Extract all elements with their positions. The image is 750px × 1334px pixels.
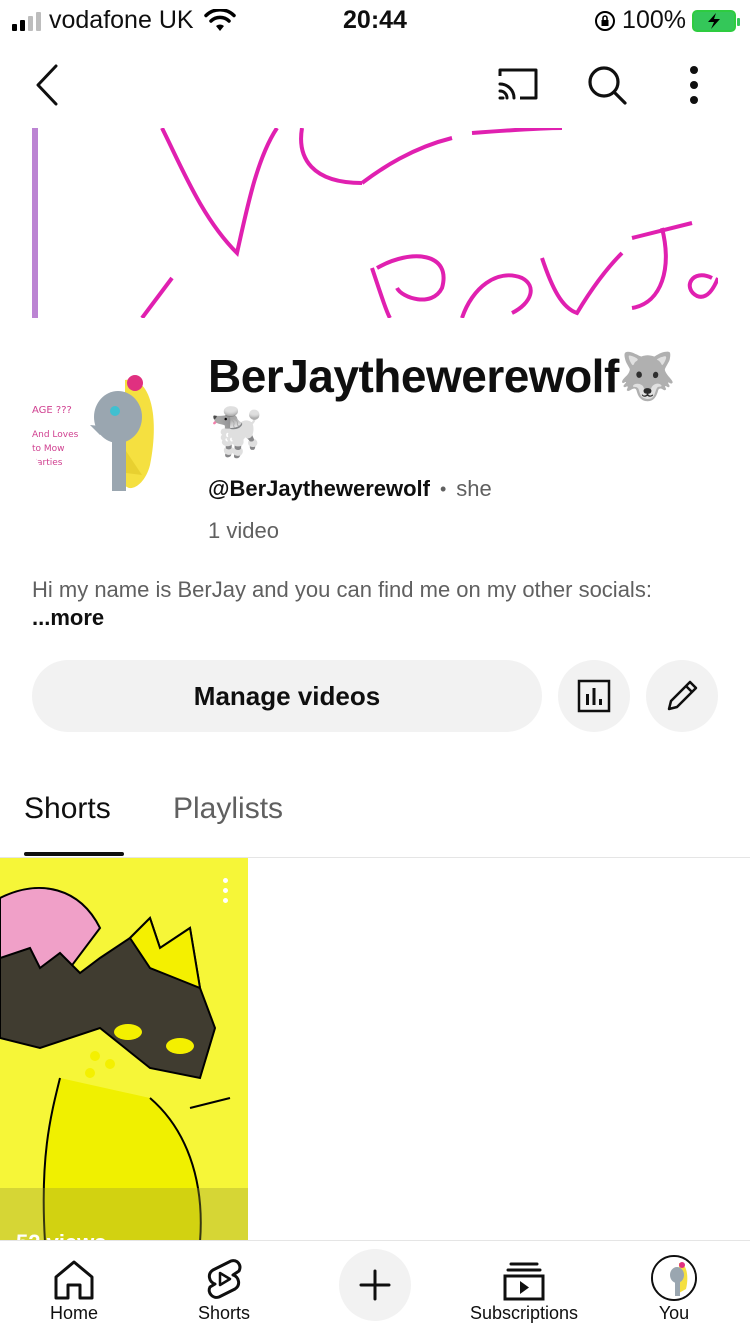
svg-text:to Mow: to Mow — [32, 444, 65, 454]
plus-icon — [359, 1269, 391, 1301]
more-options-button[interactable] — [676, 62, 712, 108]
pronouns: she — [456, 476, 492, 501]
short-thumbnail[interactable]: 52 views — [0, 858, 248, 1242]
cast-button[interactable] — [494, 64, 542, 104]
search-icon — [588, 66, 627, 105]
home-icon — [54, 1260, 94, 1300]
nav-home[interactable]: Home — [34, 1241, 114, 1334]
nav-subscriptions[interactable]: Subscriptions — [460, 1241, 588, 1334]
shorts-icon — [207, 1259, 242, 1299]
search-button[interactable] — [584, 62, 630, 108]
tab-playlists[interactable]: Playlists — [173, 792, 283, 826]
short-artwork — [0, 858, 248, 1242]
orientation-lock-icon — [595, 10, 616, 31]
back-button[interactable] — [26, 60, 70, 110]
channel-banner — [32, 128, 718, 318]
channel-name: BerJaythewerewolf🐺🐩 — [208, 350, 676, 458]
svg-text:AGE ???: AGE ??? — [32, 405, 72, 416]
status-bar: vodafone UK 20:44 100% — [0, 0, 750, 40]
nav-shorts-label: Shorts — [197, 1303, 251, 1323]
manage-videos-button[interactable]: Manage videos — [32, 660, 542, 732]
more-vertical-icon — [690, 66, 698, 104]
subscriptions-icon — [503, 1262, 545, 1301]
status-right: 100% — [594, 6, 740, 35]
nav-you-label: You — [658, 1303, 690, 1323]
active-tab-indicator — [24, 852, 124, 856]
nav-subscriptions-label: Subscriptions — [469, 1303, 579, 1323]
avatar-artwork: AGE ??? And Loves to Mow Parties — [30, 355, 178, 503]
channel-description[interactable]: Hi my name is BerJay and you can find me… — [32, 576, 712, 632]
cast-icon — [498, 68, 538, 100]
battery-percent: 100% — [622, 6, 686, 34]
create-button[interactable] — [339, 1249, 411, 1321]
more-link[interactable]: ...more — [32, 605, 104, 630]
nav-shorts[interactable]: Shorts — [184, 1241, 264, 1334]
description-text: Hi my name is BerJay and you can find me… — [32, 577, 652, 602]
tab-shorts[interactable]: Shorts — [24, 792, 111, 826]
channel-avatar[interactable]: AGE ??? And Loves to Mow Parties — [30, 355, 178, 503]
video-count: 1 video — [208, 518, 279, 543]
separator-dot: • — [439, 478, 447, 499]
avatar — [651, 1255, 697, 1301]
short-options-button[interactable] — [223, 878, 228, 903]
battery-icon — [692, 9, 740, 32]
handle-row: @BerJaythewerewolf • she — [208, 476, 492, 502]
analytics-button[interactable] — [558, 660, 630, 732]
analytics-icon — [577, 679, 611, 713]
edit-channel-button[interactable] — [646, 660, 718, 732]
app-bar — [0, 50, 750, 120]
nav-home-label: Home — [49, 1303, 98, 1323]
svg-text:And Loves: And Loves — [32, 430, 79, 440]
pencil-icon — [667, 680, 698, 711]
svg-text:Parties: Parties — [32, 458, 63, 468]
channel-tabs: Shorts Playlists — [0, 770, 750, 858]
channel-handle: @BerJaythewerewolf — [208, 476, 430, 501]
chevron-left-icon — [36, 64, 58, 106]
banner-artwork — [32, 128, 718, 318]
nav-you[interactable]: You — [634, 1241, 714, 1334]
